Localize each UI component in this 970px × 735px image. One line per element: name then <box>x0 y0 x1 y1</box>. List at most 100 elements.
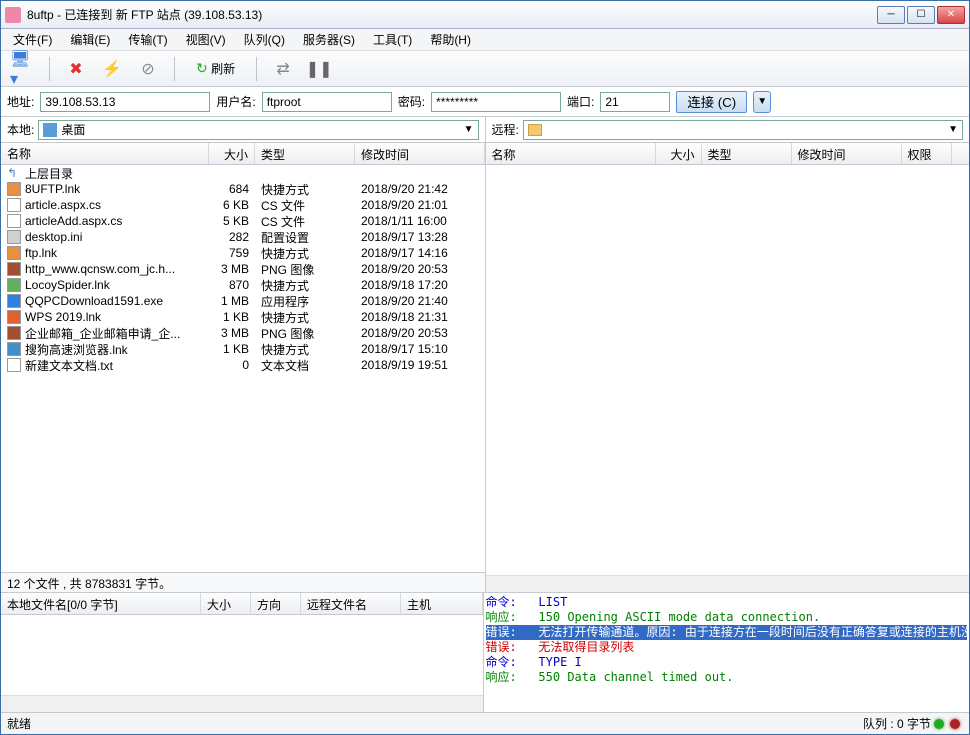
file-icon <box>7 198 21 212</box>
log-line: 响应: 150 Opening ASCII mode data connecti… <box>486 610 968 625</box>
stop-button[interactable]: ⊘ <box>134 55 162 83</box>
file-icon <box>7 246 21 260</box>
remote-pane: 远程: ▼ 名称 大小 类型 修改时间 权限 <box>486 117 970 592</box>
port-input[interactable] <box>600 92 670 112</box>
close-button[interactable]: ✕ <box>937 6 965 24</box>
file-row[interactable]: 搜狗高速浏览器.lnk1 KB快捷方式2018/9/17 15:10 <box>1 341 485 357</box>
col-remotename[interactable]: 远程文件名 <box>301 593 401 614</box>
menubar: 文件(F) 编辑(E) 传输(T) 视图(V) 队列(Q) 服务器(S) 工具(… <box>1 29 969 51</box>
updir-row[interactable]: ↰上层目录 <box>1 165 485 181</box>
file-icon <box>7 278 21 292</box>
file-row[interactable]: 企业邮箱_企业邮箱申请_企...3 MBPNG 图像2018/9/20 20:5… <box>1 325 485 341</box>
col-type[interactable]: 类型 <box>255 143 355 164</box>
file-icon <box>7 358 21 372</box>
menu-file[interactable]: 文件(F) <box>5 29 60 50</box>
col-date[interactable]: 修改时间 <box>355 143 485 164</box>
queue-list[interactable] <box>1 615 483 695</box>
status-queue: 队列 : 0 字节 <box>863 715 931 732</box>
chevron-down-icon[interactable]: ▼ <box>464 124 474 135</box>
bottom-panes: 本地文件名[0/0 字节] 大小 方向 远程文件名 主机 命令: LIST响应:… <box>1 592 969 712</box>
col-name[interactable]: 名称 <box>486 143 656 164</box>
local-file-list[interactable]: ↰上层目录8UFTP.lnk684快捷方式2018/9/20 21:42arti… <box>1 165 485 572</box>
queue-pane: 本地文件名[0/0 字节] 大小 方向 远程文件名 主机 <box>1 593 484 712</box>
col-perm[interactable]: 权限 <box>902 143 952 164</box>
log-line: 错误: 无法打开传输通道。原因: 由于连接方在一段时间后没有正确答复或连接的主机… <box>486 625 968 640</box>
file-row[interactable]: desktop.ini282配置设置2018/9/17 13:28 <box>1 229 485 245</box>
chevron-down-icon[interactable]: ▼ <box>948 124 958 135</box>
maximize-button[interactable]: ☐ <box>907 6 935 24</box>
connect-button[interactable]: 连接 (C) <box>676 91 747 113</box>
remote-columns: 名称 大小 类型 修改时间 权限 <box>486 143 970 165</box>
transfer-mode-button[interactable]: ⇄ <box>269 55 297 83</box>
file-row[interactable]: article.aspx.cs6 KBCS 文件2018/9/20 21:01 <box>1 197 485 213</box>
desktop-icon <box>43 123 57 137</box>
file-icon <box>7 342 21 356</box>
minimize-button[interactable]: ─ <box>877 6 905 24</box>
menu-queue[interactable]: 队列(Q) <box>236 29 293 50</box>
connection-bar: 地址: 用户名: 密码: 端口: 连接 (C) ▼ <box>1 87 969 117</box>
disconnect-button[interactable]: ✖ <box>62 55 90 83</box>
titlebar[interactable]: 8uftp - 已连接到 新 FTP 站点 (39.108.53.13) ─ ☐… <box>1 1 969 29</box>
remote-file-list[interactable] <box>486 165 970 575</box>
local-label: 本地: <box>7 121 34 138</box>
led-1 <box>934 719 944 729</box>
app-icon <box>5 7 21 23</box>
app-window: 8uftp - 已连接到 新 FTP 站点 (39.108.53.13) ─ ☐… <box>0 0 970 735</box>
file-row[interactable]: 8UFTP.lnk684快捷方式2018/9/20 21:42 <box>1 181 485 197</box>
password-input[interactable] <box>431 92 561 112</box>
file-icon <box>7 262 21 276</box>
username-input[interactable] <box>262 92 392 112</box>
col-dir[interactable]: 方向 <box>251 593 301 614</box>
col-size[interactable]: 大小 <box>209 143 255 164</box>
col-name[interactable]: 名称 <box>1 143 209 164</box>
file-row[interactable]: ftp.lnk759快捷方式2018/9/17 14:16 <box>1 245 485 261</box>
file-row[interactable]: WPS 2019.lnk1 KB快捷方式2018/9/18 21:31 <box>1 309 485 325</box>
local-path-combo[interactable]: 桌面 ▼ <box>38 120 478 140</box>
updir-icon: ↰ <box>7 166 21 180</box>
col-size[interactable]: 大小 <box>656 143 702 164</box>
username-label: 用户名: <box>216 93 255 110</box>
toolbar: 🖥▾ ✖ ⚡ ⊘ ↻ 刷新 ⇄ ❚❚ <box>1 51 969 87</box>
remote-hscroll[interactable] <box>486 575 970 592</box>
log-line: 响应: 550 Data channel timed out. <box>486 670 968 685</box>
col-type[interactable]: 类型 <box>702 143 792 164</box>
menu-tools[interactable]: 工具(T) <box>365 29 420 50</box>
menu-help[interactable]: 帮助(H) <box>422 29 479 50</box>
menu-edit[interactable]: 编辑(E) <box>62 29 118 50</box>
menu-transfer[interactable]: 传输(T) <box>120 29 175 50</box>
pause-button[interactable]: ❚❚ <box>305 55 333 83</box>
address-label: 地址: <box>7 93 34 110</box>
menu-view[interactable]: 视图(V) <box>178 29 234 50</box>
connect-dropdown-icon[interactable]: ▼ <box>753 91 771 113</box>
col-date[interactable]: 修改时间 <box>792 143 902 164</box>
folder-icon <box>528 124 542 136</box>
file-row[interactable]: QQPCDownload1591.exe1 MB应用程序2018/9/20 21… <box>1 293 485 309</box>
col-host[interactable]: 主机 <box>401 593 483 614</box>
log-line: 错误: 无法取得目录列表 <box>486 640 968 655</box>
menu-server[interactable]: 服务器(S) <box>295 29 363 50</box>
file-row[interactable]: LocoySpider.lnk870快捷方式2018/9/18 17:20 <box>1 277 485 293</box>
local-path: 桌面 <box>61 121 85 138</box>
remote-path-combo[interactable]: ▼ <box>523 120 963 140</box>
queue-hscroll[interactable] <box>1 695 483 712</box>
log-line: 命令: TYPE I <box>486 655 968 670</box>
file-row[interactable]: http_www.qcnsw.com_jc.h...3 MBPNG 图像2018… <box>1 261 485 277</box>
col-size[interactable]: 大小 <box>201 593 251 614</box>
refresh-button[interactable]: ↻ 刷新 <box>187 55 244 83</box>
log-pane[interactable]: 命令: LIST响应: 150 Opening ASCII mode data … <box>484 593 970 712</box>
log-line: 命令: LIST <box>486 595 968 610</box>
address-input[interactable] <box>40 92 210 112</box>
remote-label: 远程: <box>492 121 519 138</box>
file-icon <box>7 182 21 196</box>
file-row[interactable]: 新建文本文档.txt0文本文档2018/9/19 19:51 <box>1 357 485 373</box>
panes: 本地: 桌面 ▼ 名称 大小 类型 修改时间 ↰上层目录8UFTP.lnk684… <box>1 117 969 592</box>
col-localname[interactable]: 本地文件名[0/0 字节] <box>1 593 201 614</box>
connect-dropdown-button[interactable]: 🖥▾ <box>9 55 37 83</box>
file-icon <box>7 294 21 308</box>
password-label: 密码: <box>398 93 425 110</box>
abort-button[interactable]: ⚡ <box>98 55 126 83</box>
file-icon <box>7 310 21 324</box>
local-pane: 本地: 桌面 ▼ 名称 大小 类型 修改时间 ↰上层目录8UFTP.lnk684… <box>1 117 486 592</box>
statusbar: 就绪 队列 : 0 字节 <box>1 712 969 734</box>
file-row[interactable]: articleAdd.aspx.cs5 KBCS 文件2018/1/11 16:… <box>1 213 485 229</box>
